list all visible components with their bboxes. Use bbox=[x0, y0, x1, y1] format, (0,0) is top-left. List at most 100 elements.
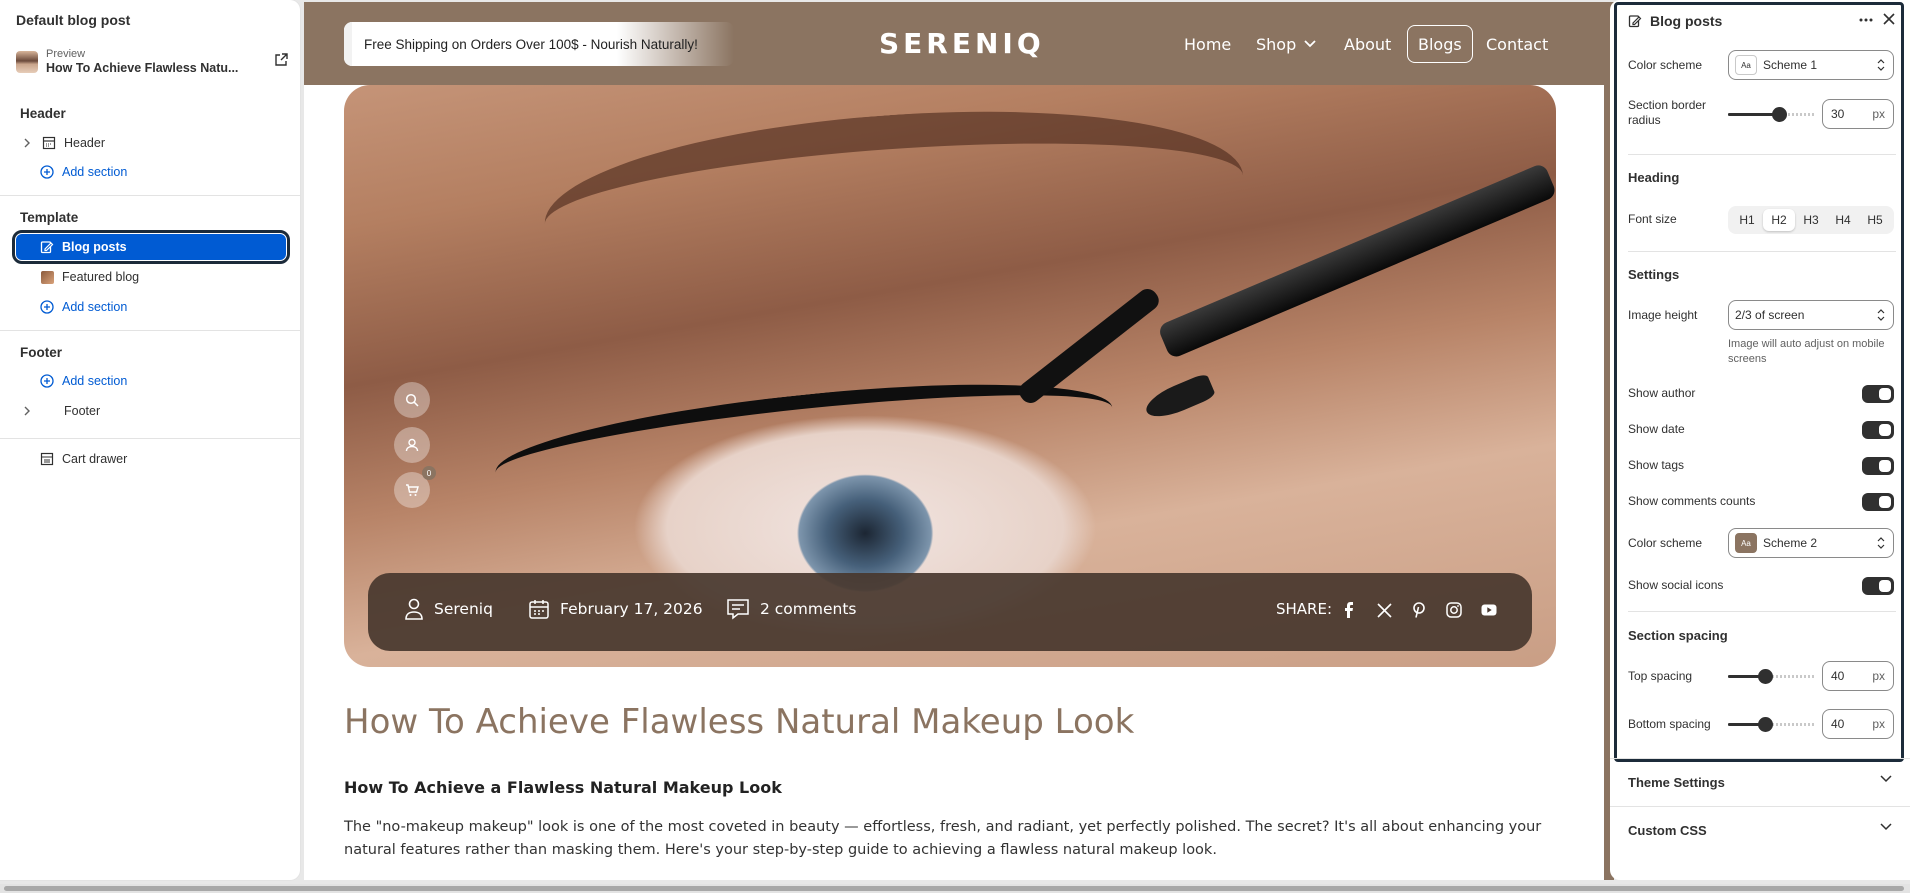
chevron-right-icon[interactable] bbox=[18, 402, 36, 420]
chevron-down-icon bbox=[1304, 40, 1316, 48]
show-author-toggle[interactable] bbox=[1862, 385, 1894, 403]
post-comments-text: 2 comments bbox=[760, 600, 857, 618]
divider bbox=[1628, 611, 1896, 612]
panel-header: Blog posts bbox=[1628, 10, 1898, 32]
cart-icon bbox=[406, 484, 419, 496]
add-section-template-button[interactable]: Add section bbox=[16, 294, 288, 320]
nav-home[interactable]: Home bbox=[1184, 25, 1231, 63]
image-height-label: Image height bbox=[1628, 308, 1698, 322]
add-section-footer-button[interactable]: Add section bbox=[16, 368, 288, 394]
cart-button[interactable]: 0 bbox=[394, 466, 436, 508]
bottom-spacing-input[interactable]: 40 px bbox=[1822, 709, 1894, 739]
unit-label: px bbox=[1872, 669, 1885, 683]
custom-css-accordion[interactable]: Custom CSS bbox=[1610, 806, 1910, 854]
nav-contact[interactable]: Contact bbox=[1486, 25, 1548, 63]
edit-note-icon bbox=[38, 238, 56, 256]
image-height-value: 2/3 of screen bbox=[1735, 308, 1805, 322]
add-section-label: Add section bbox=[62, 165, 128, 179]
image-height-select[interactable]: 2/3 of screen bbox=[1728, 300, 1894, 330]
chevron-right-icon[interactable] bbox=[18, 134, 36, 152]
nav-shop-label: Shop bbox=[1256, 34, 1297, 54]
bottom-spacing-value: 40 bbox=[1831, 717, 1845, 731]
font-size-segmented-control[interactable]: H1 H2 H3 H4 H5 bbox=[1728, 206, 1894, 234]
top-spacing-label: Top spacing bbox=[1628, 669, 1693, 683]
store-logo[interactable]: SERENIQ bbox=[879, 27, 1045, 60]
image-height-hint: Image will auto adjust on mobile screens bbox=[1728, 338, 1885, 365]
slider-knob[interactable] bbox=[1758, 669, 1773, 684]
show-date-toggle[interactable] bbox=[1862, 421, 1894, 439]
user-icon bbox=[405, 438, 419, 452]
show-social-icons-toggle[interactable] bbox=[1862, 577, 1894, 595]
header-layout-icon bbox=[40, 134, 58, 152]
nav-shop[interactable]: Shop bbox=[1256, 25, 1316, 63]
search-button[interactable] bbox=[394, 382, 430, 418]
slider-knob[interactable] bbox=[1772, 107, 1787, 122]
more-options-icon[interactable] bbox=[1858, 12, 1874, 28]
add-section-header-button[interactable]: Add section bbox=[16, 159, 288, 185]
plus-circle-icon bbox=[38, 163, 56, 181]
border-radius-input[interactable]: 30 px bbox=[1822, 99, 1894, 129]
sidebar-item-footer[interactable]: Footer bbox=[16, 398, 288, 424]
select-arrows-icon bbox=[1877, 537, 1885, 549]
color-scheme-2-value: Scheme 2 bbox=[1763, 536, 1818, 550]
sidebar-item-label: Featured blog bbox=[62, 270, 140, 284]
font-size-h5[interactable]: H5 bbox=[1859, 209, 1891, 231]
border-radius-label: Section border radius bbox=[1628, 98, 1707, 127]
divider bbox=[1628, 251, 1896, 252]
blog-hero-image: 0 Sereniq February 17, 2026 2 comments S… bbox=[344, 85, 1556, 667]
post-meta-bar: Sereniq February 17, 2026 2 comments SHA… bbox=[368, 573, 1532, 651]
chevron-down-icon bbox=[1880, 775, 1892, 783]
footer-spacer bbox=[40, 402, 58, 420]
sidebar-item-header[interactable]: Header bbox=[16, 130, 288, 156]
font-size-h4[interactable]: H4 bbox=[1827, 209, 1859, 231]
border-radius-slider[interactable] bbox=[1728, 104, 1816, 124]
share-label: SHARE: bbox=[1276, 600, 1333, 618]
scheme-swatch: Aa bbox=[1735, 55, 1757, 75]
x-twitter-icon[interactable] bbox=[1373, 599, 1395, 621]
font-size-h1[interactable]: H1 bbox=[1731, 209, 1763, 231]
nav-blogs[interactable]: Blogs bbox=[1407, 25, 1473, 63]
horizontal-scrollbar[interactable] bbox=[0, 884, 1910, 893]
select-arrows-icon bbox=[1877, 59, 1885, 71]
footer-group-title: Footer bbox=[20, 345, 62, 360]
close-icon[interactable] bbox=[1882, 12, 1896, 26]
pinterest-icon[interactable] bbox=[1408, 599, 1430, 621]
theme-settings-label: Theme Settings bbox=[1628, 775, 1725, 790]
external-link-icon[interactable] bbox=[274, 53, 288, 67]
font-size-label: Font size bbox=[1628, 212, 1677, 226]
sidebar-item-label: Footer bbox=[64, 404, 101, 418]
top-spacing-slider[interactable] bbox=[1728, 666, 1816, 686]
youtube-icon[interactable] bbox=[1478, 599, 1500, 621]
post-comments[interactable]: 2 comments bbox=[726, 598, 857, 620]
theme-settings-accordion[interactable]: Theme Settings bbox=[1610, 758, 1910, 806]
nav-about[interactable]: About bbox=[1344, 25, 1391, 63]
instagram-icon[interactable] bbox=[1443, 599, 1465, 621]
post-author-name: Sereniq bbox=[434, 600, 493, 618]
preview-name: How To Achieve Flawless Natu... bbox=[46, 61, 239, 75]
social-icons-label: Show social icons bbox=[1628, 578, 1724, 592]
font-size-h3[interactable]: H3 bbox=[1795, 209, 1827, 231]
sidebar-item-cart-drawer[interactable]: Cart drawer bbox=[16, 446, 288, 472]
account-button[interactable] bbox=[394, 427, 430, 463]
color-scheme-2-label: Color scheme bbox=[1628, 536, 1703, 550]
cart-count-badge: 0 bbox=[422, 466, 436, 480]
toggle-label-author: Show author bbox=[1628, 386, 1696, 400]
scrollbar-thumb[interactable] bbox=[4, 886, 1904, 891]
facebook-icon[interactable] bbox=[1338, 599, 1360, 621]
heading-section-title: Heading bbox=[1628, 170, 1680, 185]
sidebar-item-featured-blog[interactable]: Featured blog bbox=[16, 264, 288, 290]
color-scheme-select[interactable]: Aa Scheme 1 bbox=[1728, 50, 1894, 80]
show-tags-toggle[interactable] bbox=[1862, 457, 1894, 475]
slider-knob[interactable] bbox=[1758, 717, 1773, 732]
preview-thumbnail bbox=[16, 51, 38, 73]
color-scheme-2-select[interactable]: Aa Scheme 2 bbox=[1728, 528, 1894, 558]
show-comments-toggle[interactable] bbox=[1862, 493, 1894, 511]
sidebar-item-blog-posts[interactable]: Blog posts bbox=[12, 230, 290, 264]
font-size-h2[interactable]: H2 bbox=[1763, 209, 1795, 231]
sidebar-item-label: Cart drawer bbox=[62, 452, 128, 466]
top-spacing-input[interactable]: 40 px bbox=[1822, 661, 1894, 691]
bottom-spacing-slider[interactable] bbox=[1728, 714, 1816, 734]
bottom-spacing-label: Bottom spacing bbox=[1628, 717, 1711, 731]
border-radius-value: 30 bbox=[1831, 107, 1845, 121]
preview-selector[interactable]: Preview How To Achieve Flawless Natu... bbox=[16, 47, 288, 77]
